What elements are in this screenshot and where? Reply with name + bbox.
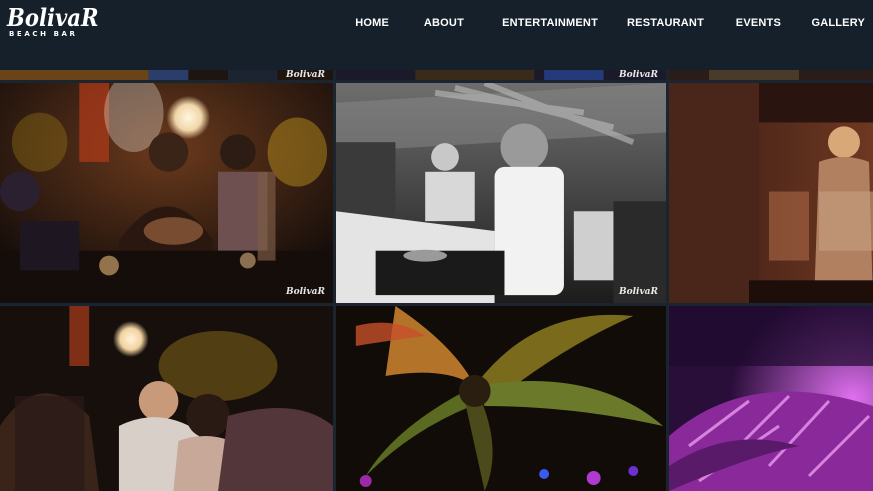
photo-image <box>669 70 873 80</box>
photo-dj-black-white[interactable]: BolivaR <box>336 83 669 306</box>
nav-item-home[interactable]: HOME <box>355 17 389 29</box>
photo-woman-phone-bar[interactable]: BolivaR <box>0 83 336 306</box>
nav-item-about[interactable]: ABOUT <box>424 17 464 29</box>
brand-name: BolivaR <box>7 3 99 32</box>
brand-logo[interactable]: BolivaR BEACH BAR <box>7 6 102 40</box>
photo-image <box>669 306 873 491</box>
photo-top-strip-middle[interactable]: BolivaR <box>336 70 669 83</box>
photo-watermark: BolivaR <box>286 70 325 80</box>
photo-watermark: BolivaR <box>286 287 325 297</box>
photo-watermark: BolivaR <box>619 70 658 80</box>
nav-item-gallery[interactable]: GALLERY <box>811 17 865 29</box>
photo-image <box>0 83 333 303</box>
photo-image <box>0 70 333 80</box>
photo-top-strip-right[interactable] <box>669 70 873 83</box>
photo-purple-thatch[interactable] <box>669 306 873 491</box>
nav-item-events[interactable]: EVENTS <box>736 17 781 29</box>
photo-gallery: BolivaR BolivaR BolivaR BolivaR <box>0 70 873 491</box>
photo-image <box>0 306 333 491</box>
photo-crowd-lanterns[interactable] <box>0 306 336 491</box>
nav-item-entertainment[interactable]: ENTERTAINMENT <box>502 17 598 29</box>
brand-tagline: BEACH BAR <box>9 30 78 38</box>
photo-woman-dark-room[interactable] <box>669 83 873 306</box>
photo-image <box>336 83 666 303</box>
nav-item-restaurant[interactable]: RESTAURANT <box>627 17 704 29</box>
photo-image <box>669 83 873 303</box>
photo-watermark: BolivaR <box>619 287 658 297</box>
photo-top-strip-left[interactable]: BolivaR <box>0 70 336 83</box>
photo-image <box>336 306 666 491</box>
photo-image <box>336 70 666 80</box>
photo-palm-tree-night[interactable] <box>336 306 669 491</box>
site-header: BolivaR BEACH BAR HOME ABOUT ENTERTAINME… <box>0 0 873 70</box>
